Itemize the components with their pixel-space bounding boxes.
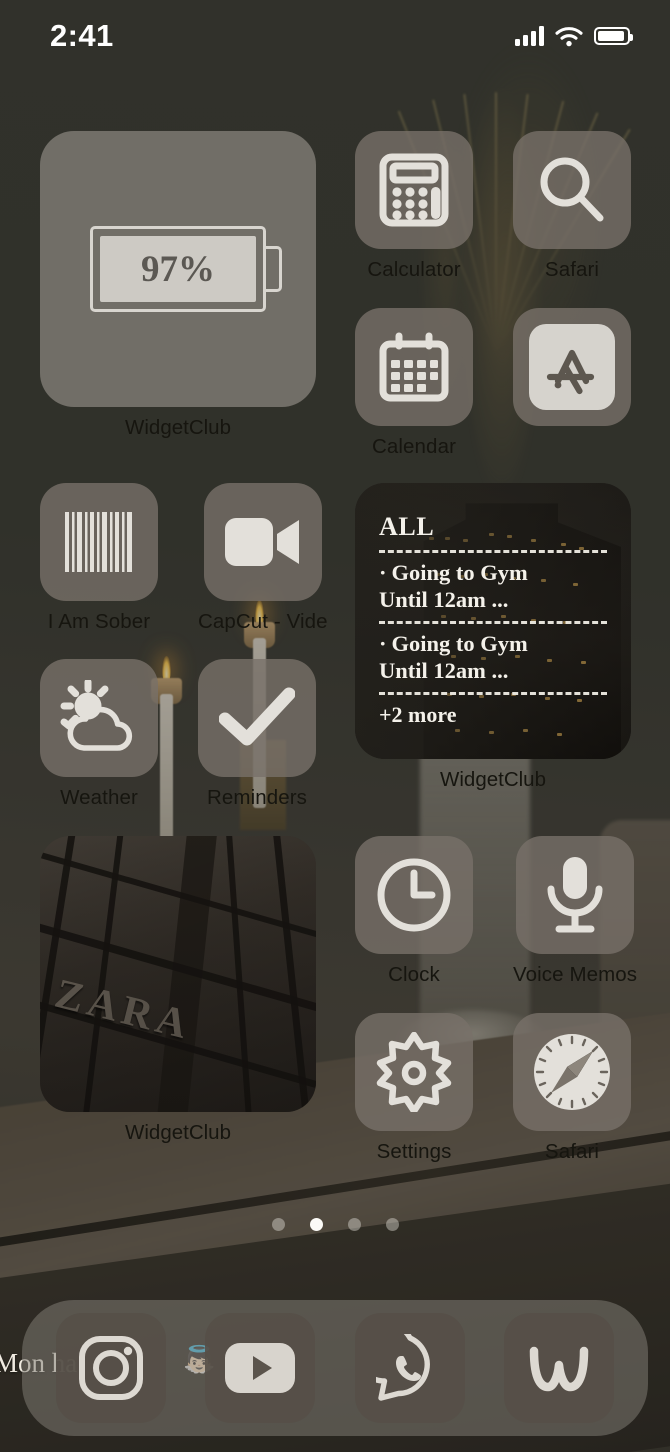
reminder-item-line2: Until 12am ... [379,586,509,612]
photo-widget-tile[interactable]: ZARA [40,836,316,1112]
widget-battery[interactable]: 97% WidgetClub [40,131,316,440]
widget-photo-label: WidgetClub [125,1121,231,1144]
app-app-store[interactable] [513,308,631,435]
whatsapp-icon [375,1334,430,1401]
weather-tile[interactable] [40,659,158,777]
battery-icon [594,27,633,45]
magnifying-glass-icon [540,157,604,222]
reminders-tile[interactable] [198,659,316,777]
reminders-widget-divider [379,550,607,553]
calendar-icon [379,332,449,402]
app-grid: 97% WidgetClub Calculator Safari Calenda… [0,0,670,1452]
app-label: CapCut - Vide [198,610,328,633]
app-calendar[interactable]: Calendar [355,308,473,459]
dock-item-weebly[interactable] [504,1313,615,1423]
weebly-w-icon [530,1346,589,1392]
page-dot-active[interactable] [309,1218,323,1231]
wifi-icon [555,26,583,46]
app-label: Weather [60,786,138,809]
reminders-widget-more: +2 more [379,702,457,728]
compass-icon [534,1034,610,1110]
i-am-sober-tile[interactable] [40,483,158,601]
instagram-icon [78,1336,143,1400]
battery-widget-tile[interactable]: 97% [40,131,316,407]
app-settings[interactable]: Settings [355,1013,473,1164]
reminders-widget-item: · Going to Gym Until 12am ... [379,631,607,684]
reminders-widget-tile[interactable]: ALL · Going to Gym Until 12am ... · Going … [355,483,631,759]
clock-icon [377,858,451,932]
app-store-tile[interactable] [513,308,631,426]
battery-percent-text: 97% [141,248,215,290]
widget-reminders-label: WidgetClub [440,768,546,791]
reminders-widget-divider [379,621,607,625]
iphone-home-screen: Mon ha 👼🏻 2:41 97% [0,0,670,1452]
voice-memos-tile[interactable] [516,836,635,954]
dock-item-instagram[interactable] [55,1313,166,1423]
widget-battery-label: WidgetClub [125,416,231,439]
page-dot[interactable] [385,1218,399,1231]
app-calculator[interactable]: Calculator [355,131,473,282]
app-i-am-sober[interactable]: I Am Sober [40,483,158,634]
cellular-signal-icon [515,26,544,46]
video-camera-icon [224,518,299,566]
page-dot[interactable] [271,1218,285,1231]
reminders-widget-item: · Going to Gym Until 12am ... [379,560,607,613]
app-label: Reminders [206,786,308,809]
reminders-widget-divider [379,692,607,696]
bullet-icon: · [379,631,387,657]
app-label: Clock [388,963,440,986]
barcode-icon [65,512,132,572]
app-label: Calendar [372,435,456,458]
reminder-item-line2: Until 12am ... [379,657,509,683]
status-bar-indicators [515,26,633,47]
app-weather[interactable]: Weather [40,659,158,810]
dock-item-youtube[interactable] [205,1313,316,1423]
app-label: Safari [544,258,600,281]
reminders-widget-header: ALL [379,512,435,541]
clock-tile[interactable] [355,836,473,954]
calendar-tile[interactable] [355,308,473,426]
dock [22,1300,648,1436]
reminder-item-line1: Going to Gym [391,631,528,657]
calculator-icon [379,153,449,227]
dock-item-whatsapp[interactable] [354,1313,465,1423]
gear-flower-icon [376,1032,452,1112]
page-dot[interactable] [347,1218,361,1231]
app-label: Settings [376,1140,452,1163]
youtube-icon [225,1343,296,1393]
safari-tile[interactable] [513,1013,631,1131]
safari-search-tile[interactable] [513,131,631,249]
bullet-icon: · [379,560,387,585]
settings-tile[interactable] [355,1013,473,1131]
microphone-icon [547,857,603,933]
app-store-icon [529,324,615,410]
page-indicator[interactable] [0,1218,670,1231]
widget-reminders[interactable]: ALL · Going to Gym Until 12am ... · Going … [355,483,631,792]
app-label: Calculator [367,258,461,281]
battery-graphic: 97% [90,226,282,312]
reminder-item-line1: Going to Gym [391,560,528,585]
app-label: Voice Memos [513,963,638,986]
app-safari-search[interactable]: Safari [513,131,631,282]
app-reminders[interactable]: Reminders [198,659,316,810]
app-clock[interactable]: Clock [355,836,473,987]
app-label: Safari [544,1140,600,1163]
app-safari[interactable]: Safari [513,1013,631,1164]
status-bar-time: 2:41 [50,18,114,53]
sun-cloud-icon [60,680,133,751]
reminders-widget-content: ALL · Going to Gym Until 12am ... · Going … [355,483,631,759]
checkmark-icon [219,687,295,746]
capcut-tile[interactable] [203,483,322,601]
calculator-tile[interactable] [355,131,473,249]
app-voice-memos[interactable]: Voice Memos [513,836,637,987]
widget-photo[interactable]: ZARA WidgetClub [40,836,316,1145]
app-label: I Am Sober [47,610,151,633]
status-bar: 2:41 [0,0,670,72]
app-capcut[interactable]: CapCut - Vide [198,483,328,634]
